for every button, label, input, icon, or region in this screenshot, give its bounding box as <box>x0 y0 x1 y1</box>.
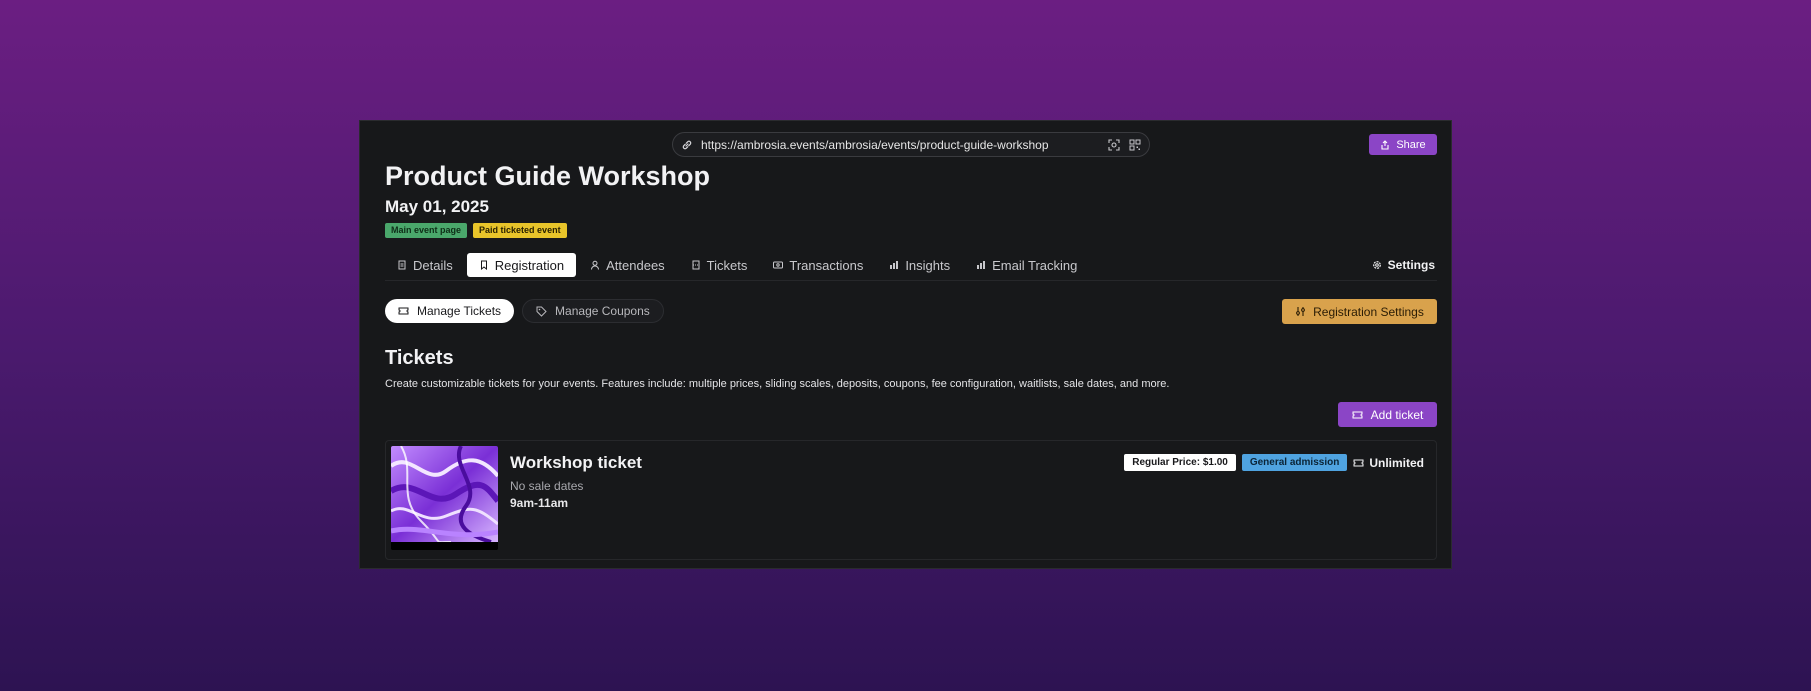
tab-registration[interactable]: Registration <box>466 253 577 277</box>
tab-label: Insights <box>905 257 951 273</box>
tickets-description: Create customizable tickets for your eve… <box>385 378 1170 390</box>
gear-icon <box>1372 261 1381 269</box>
url-bar[interactable]: https://ambrosia.events/ambrosia/events/… <box>672 132 1150 157</box>
manage-tickets-label: Manage Tickets <box>417 304 502 318</box>
event-badges: Main event page Paid ticketed event <box>385 223 567 238</box>
settings-label: Settings <box>1387 258 1435 272</box>
ticket-sale-dates: No sale dates <box>510 479 584 493</box>
share-icon <box>1381 139 1389 150</box>
event-date: May 01, 2025 <box>385 197 489 216</box>
bar-chart-icon <box>977 261 986 269</box>
tab-email-tracking[interactable]: Email Tracking <box>964 253 1089 277</box>
quantity-label: Unlimited <box>1369 455 1424 470</box>
share-label: Share <box>1396 138 1426 151</box>
registration-settings-label: Registration Settings <box>1313 304 1424 319</box>
admission-tag: General admission <box>1241 454 1348 471</box>
app-window: https://ambrosia.events/ambrosia/events/… <box>359 120 1452 569</box>
ticket-time: 9am-11am <box>510 496 569 510</box>
ticket-name: Workshop ticket <box>510 453 642 472</box>
registration-settings-button[interactable]: Registration Settings <box>1282 299 1437 324</box>
url-text: https://ambrosia.events/ambrosia/events/… <box>701 137 1049 152</box>
ticket-icon <box>398 307 409 315</box>
tab-label: Attendees <box>606 257 665 273</box>
paid-ticketed-badge: Paid ticketed event <box>473 223 567 238</box>
tab-tickets[interactable]: Tickets <box>679 253 760 277</box>
tab-transactions[interactable]: Transactions <box>761 253 875 277</box>
ticket-subtabs: Manage Tickets Manage Coupons <box>385 299 664 323</box>
add-ticket-button[interactable]: Add ticket <box>1338 402 1437 427</box>
link-icon <box>682 140 692 149</box>
settings-link[interactable]: Settings <box>1360 253 1435 277</box>
tab-label: Transactions <box>789 257 864 273</box>
tab-label: Registration <box>494 257 565 273</box>
manage-tickets-tab[interactable]: Manage Tickets <box>385 299 515 323</box>
tag-icon <box>536 306 547 317</box>
tab-attendees[interactable]: Attendees <box>578 253 677 277</box>
tab-insights[interactable]: Insights <box>877 253 962 277</box>
ticket-icon <box>1352 411 1363 418</box>
card-icon <box>773 261 784 269</box>
tab-details[interactable]: Details <box>385 253 465 277</box>
manage-coupons-label: Manage Coupons <box>555 304 650 318</box>
ticket-icon <box>692 260 700 270</box>
scan-icon[interactable] <box>1108 138 1120 151</box>
tab-label: Details <box>413 257 453 273</box>
main-event-page-badge[interactable]: Main event page <box>385 223 468 238</box>
sliders-icon <box>1296 307 1306 316</box>
ticket-icon <box>1353 459 1364 466</box>
user-icon <box>591 260 600 270</box>
event-tabs: Details Registration Attendees Tickets T… <box>385 250 1437 281</box>
share-button[interactable]: Share <box>1369 134 1437 155</box>
manage-coupons-tab[interactable]: Manage Coupons <box>522 299 664 323</box>
qr-code-icon[interactable] <box>1129 139 1141 151</box>
bar-chart-icon <box>890 261 899 269</box>
price-tag: Regular Price: $1.00 <box>1124 454 1236 471</box>
ticket-meta: Regular Price: $1.00 General admission U… <box>1124 454 1424 471</box>
event-title: Product Guide Workshop <box>385 161 711 191</box>
tickets-heading: Tickets <box>385 347 454 369</box>
add-ticket-label: Add ticket <box>1370 407 1424 422</box>
quantity-indicator: Unlimited <box>1353 456 1424 470</box>
ticket-card[interactable]: Workshop ticket No sale dates 9am-11am R… <box>385 440 1437 560</box>
tab-label: Email Tracking <box>992 257 1078 273</box>
tab-label: Tickets <box>706 257 748 273</box>
bookmark-icon <box>480 260 487 270</box>
ticket-image <box>391 446 498 550</box>
document-icon <box>398 260 406 270</box>
